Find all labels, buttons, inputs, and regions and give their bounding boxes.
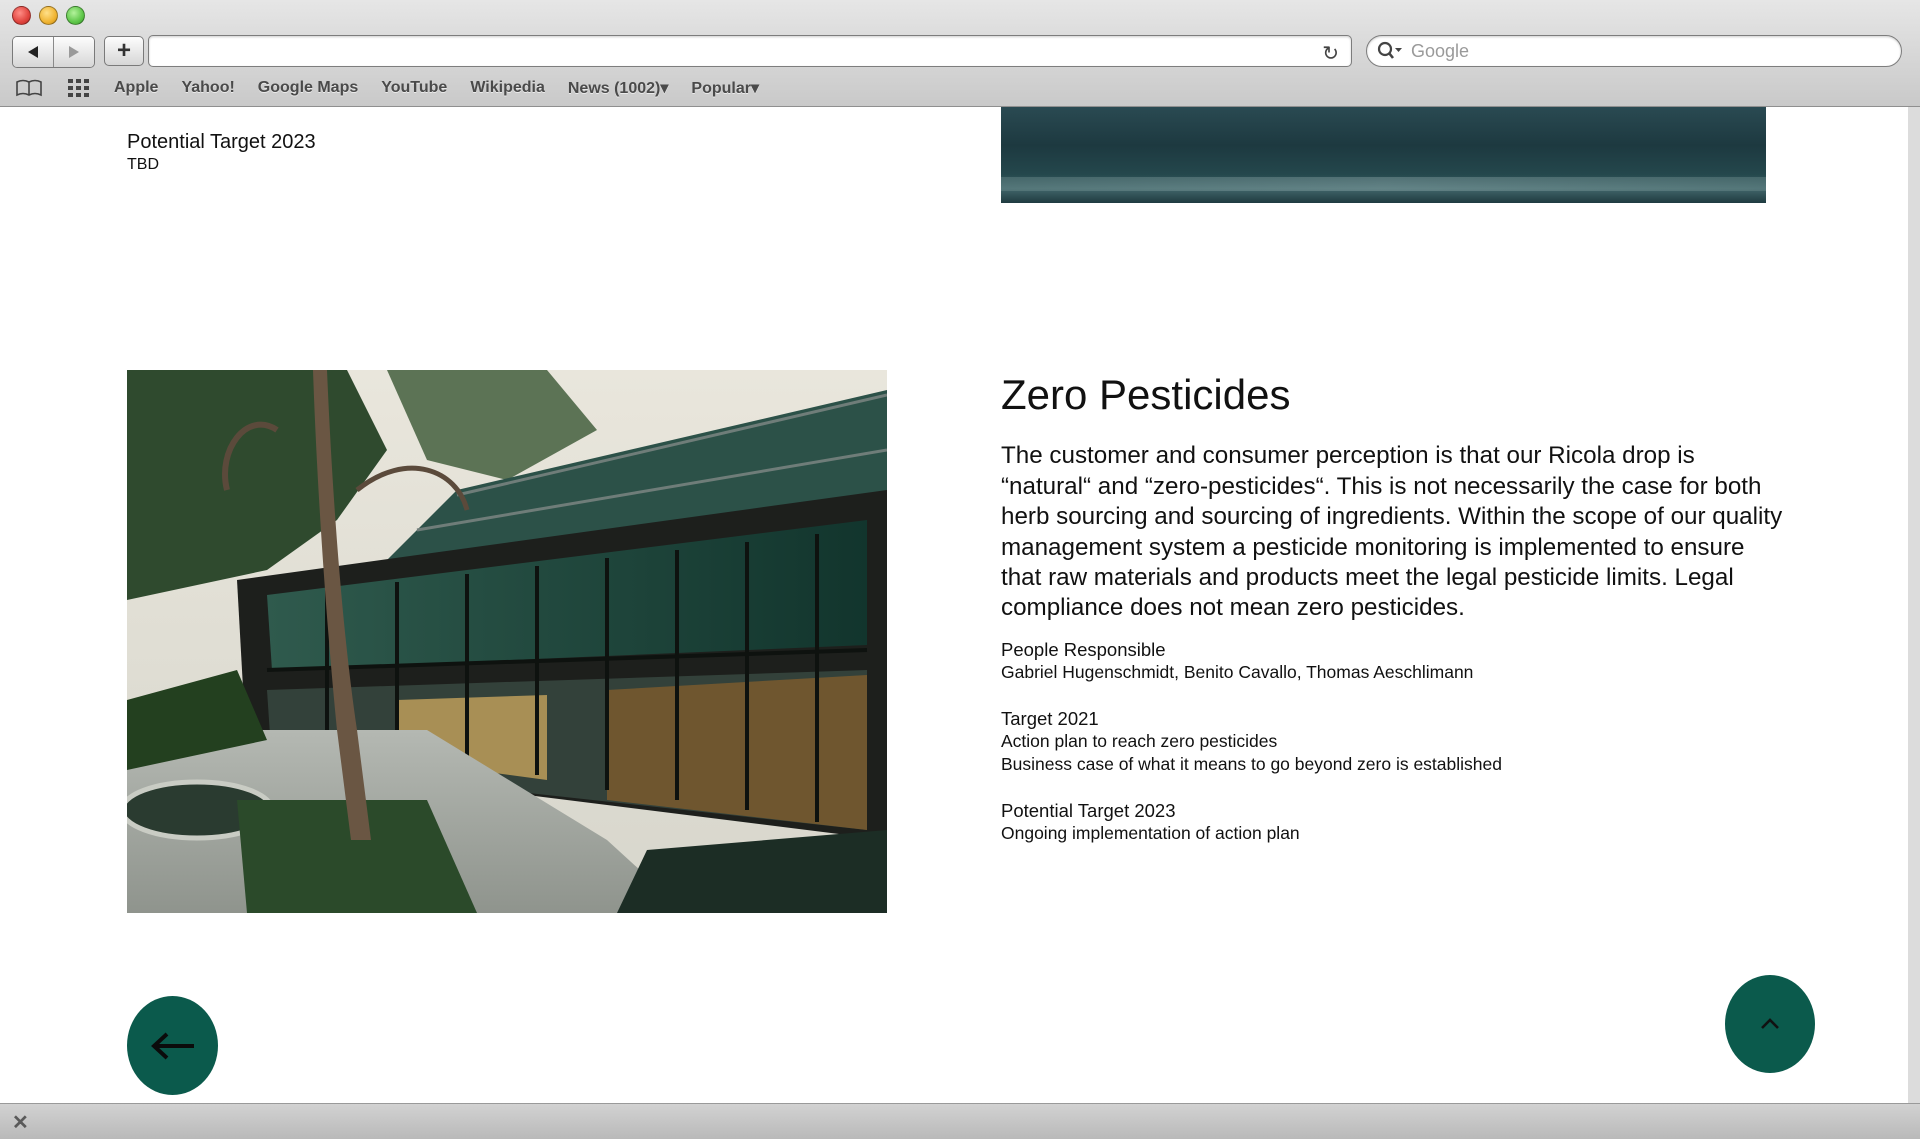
target-2023-block: Potential Target 2023 Ongoing implementa…	[1001, 799, 1791, 845]
minimize-window-button[interactable]	[39, 6, 58, 25]
bookmark-apple[interactable]: Apple	[114, 79, 158, 97]
back-nav-button[interactable]	[13, 37, 53, 67]
triangle-right-icon	[69, 46, 79, 58]
target-2023-value: Ongoing implementation of action plan	[1001, 822, 1300, 843]
address-bar[interactable]: ↻	[148, 35, 1352, 67]
back-button[interactable]	[127, 996, 218, 1095]
book-icon[interactable]	[14, 77, 44, 99]
arrow-left-icon	[150, 1032, 194, 1059]
target-2021-line: Business case of what it means to go bey…	[1001, 753, 1502, 774]
target-2023-label: Potential Target 2023	[1001, 799, 1176, 821]
potential-target-label: Potential Target 2023	[127, 131, 316, 153]
bookmark-google-maps[interactable]: Google Maps	[258, 79, 358, 97]
search-field[interactable]	[1366, 35, 1902, 67]
bookmark-news-menu[interactable]: News (1002)▾	[568, 78, 669, 98]
window-controls	[12, 6, 85, 25]
potential-target-value: TBD	[127, 156, 159, 173]
building-photo	[127, 370, 887, 913]
people-responsible-value: Gabriel Hugenschmidt, Benito Cavallo, Th…	[1001, 661, 1474, 682]
bookmark-popular-menu[interactable]: Popular▾	[691, 78, 759, 98]
people-responsible-block: People Responsible Gabriel Hugenschmidt,…	[1001, 638, 1791, 684]
window-edge	[1908, 107, 1920, 1103]
section-body: The customer and consumer perception is …	[1001, 442, 1783, 622]
reload-icon[interactable]: ↻	[1322, 41, 1339, 66]
close-icon[interactable]: ✕	[12, 1110, 29, 1135]
search-icon[interactable]	[1377, 41, 1403, 61]
browser-toolbar: + ↻ Apple Yahoo! Google Maps YouTube Wik…	[0, 0, 1920, 107]
target-2021-label: Target 2021	[1001, 707, 1099, 729]
forward-nav-button[interactable]	[53, 37, 94, 67]
close-window-button[interactable]	[12, 6, 31, 25]
target-2021-block: Target 2021 Action plan to reach zero pe…	[1001, 707, 1791, 776]
chevron-up-icon	[1761, 1018, 1779, 1029]
people-responsible-label: People Responsible	[1001, 638, 1166, 660]
search-input[interactable]	[1409, 39, 1873, 63]
section-title: Zero Pesticides	[1001, 371, 1291, 418]
bookmark-yahoo[interactable]: Yahoo!	[181, 79, 234, 97]
previous-target-block: Potential Target 2023 TBD	[127, 131, 316, 174]
zoom-window-button[interactable]	[66, 6, 85, 25]
add-bookmark-button[interactable]: +	[104, 36, 144, 66]
status-bar: ✕	[0, 1103, 1920, 1139]
plus-icon: +	[116, 37, 131, 64]
previous-section-photo	[1001, 107, 1766, 203]
bookmarks-bar: Apple Yahoo! Google Maps YouTube Wikiped…	[14, 74, 782, 102]
scroll-to-top-button[interactable]	[1725, 975, 1815, 1073]
bookmark-wikipedia[interactable]: Wikipedia	[470, 79, 545, 97]
section-content: Zero Pesticides The customer and consume…	[1001, 371, 1791, 868]
history-nav	[12, 36, 95, 68]
page-viewport: Potential Target 2023 TBD Zero Pesticide…	[0, 107, 1908, 1103]
grid-icon[interactable]	[64, 77, 94, 99]
target-2021-line: Action plan to reach zero pesticides	[1001, 730, 1278, 751]
bookmark-youtube[interactable]: YouTube	[381, 79, 447, 97]
triangle-left-icon	[28, 46, 38, 58]
